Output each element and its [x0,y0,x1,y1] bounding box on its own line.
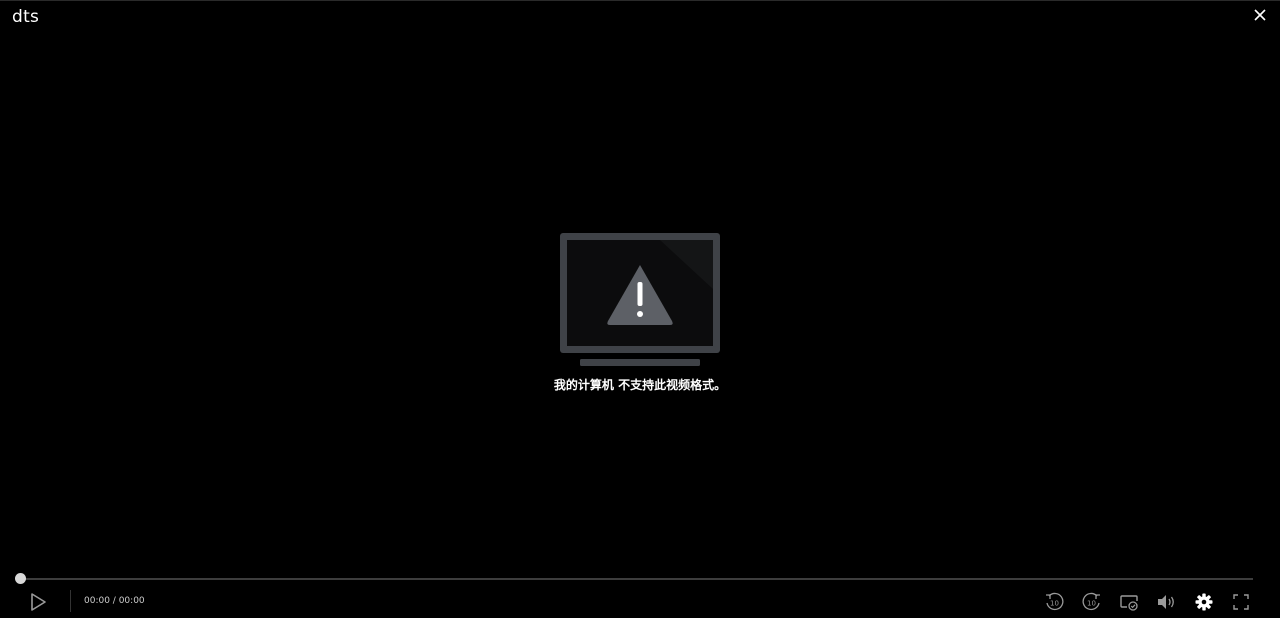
control-divider [70,590,71,612]
unsupported-format-illustration [540,229,740,399]
cast-icon [1120,595,1138,611]
video-player: dts 我的计算机 不支持此视频格式。 00:00 / 00:00 10 10 [0,0,1280,618]
monitor-warning-icon [560,233,720,366]
duration: 00:00 [118,596,145,606]
cast-button[interactable] [1117,590,1141,614]
volume-icon [1158,595,1174,609]
settings-button[interactable] [1192,590,1216,614]
time-separator: / [109,596,119,606]
progress-thumb[interactable] [15,573,26,584]
skip-back-seconds: 10 [1050,600,1059,608]
close-button[interactable] [1250,5,1270,25]
close-icon [1254,9,1266,21]
skip-back-10-icon: 10 [1046,592,1064,611]
play-button[interactable] [26,590,50,614]
skip-forward-seconds: 10 [1087,600,1096,608]
fullscreen-button[interactable] [1229,590,1253,614]
time-display: 00:00 / 00:00 [84,596,145,606]
skip-forward-10-icon: 10 [1082,592,1100,611]
window-title: dts [12,7,40,27]
error-message: 我的计算机 不支持此视频格式。 [553,378,727,392]
control-bar: 00:00 / 00:00 10 10 [0,585,1280,618]
skip-back-button[interactable]: 10 [1042,590,1066,614]
fullscreen-icon [1233,594,1249,610]
current-time: 00:00 [84,596,110,606]
settings-icon [1195,593,1213,611]
play-icon [31,593,46,611]
skip-forward-button[interactable]: 10 [1080,590,1104,614]
progress-bar[interactable] [20,578,1253,580]
volume-button[interactable] [1154,590,1178,614]
